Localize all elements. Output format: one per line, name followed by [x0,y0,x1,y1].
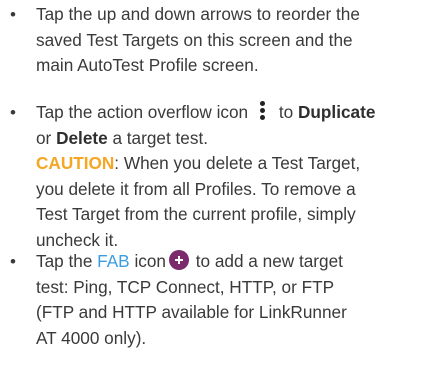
bullet-dot: • [10,252,16,271]
list-item-overflow: • Tap the action overflow icon to Duplic… [0,100,437,253]
overflow-or-text: or [36,127,52,148]
caution-line-3: Test Target from the current profile, si… [36,204,356,224]
list-item-fab: • Tap the FAB icon to add a new target t… [0,249,437,351]
add-fab-icon [168,250,189,270]
overflow-text-line-1: Tap the action overflow icon to Duplicat… [36,100,437,126]
overflow-text-post: to [278,102,294,122]
fab-link[interactable]: FAB [97,251,129,271]
reorder-text-line-1: Tap the up and down arrows to reorder th… [36,4,360,24]
caution-line-2: you delete it from all Profiles. To remo… [36,178,356,199]
fab-text-pre: Tap the [36,251,93,271]
reorder-text-line-2: saved Test Targets on this screen and th… [36,29,353,50]
fab-text-line-1: Tap the FAB icon to add a new target [36,249,437,275]
more-vert-icon [252,100,272,122]
list-item-reorder: • Tap the up and down arrows to reorder … [0,2,437,79]
fab-text-line-3: (FTP and HTTP available for LinkRunner [36,302,347,322]
caution-label: CAUTION [36,153,115,173]
fab-text-line-2: test: Ping, TCP Connect, HTTP, or FTP [36,276,335,297]
overflow-text-end: a target test. [112,127,208,148]
caution-text-first: : When you delete a Test Target, [114,153,361,173]
fab-text-post: to add a new target [195,251,343,271]
reorder-text-line-3: main AutoTest Profile screen. [36,55,259,75]
overflow-text-pre: Tap the action overflow icon [36,102,249,122]
fab-text-line-4: AT 4000 only). [36,327,147,348]
overflow-text-line-2: or Delete a target test. [36,126,437,152]
duplicate-label: Duplicate [298,102,376,122]
bullet-dot: • [10,5,16,24]
bullet-dot: • [10,103,16,122]
caution-line-1: CAUTION: When you delete a Test Target, [36,151,437,177]
fab-text-mid: icon [134,251,166,271]
delete-label: Delete [56,127,108,148]
